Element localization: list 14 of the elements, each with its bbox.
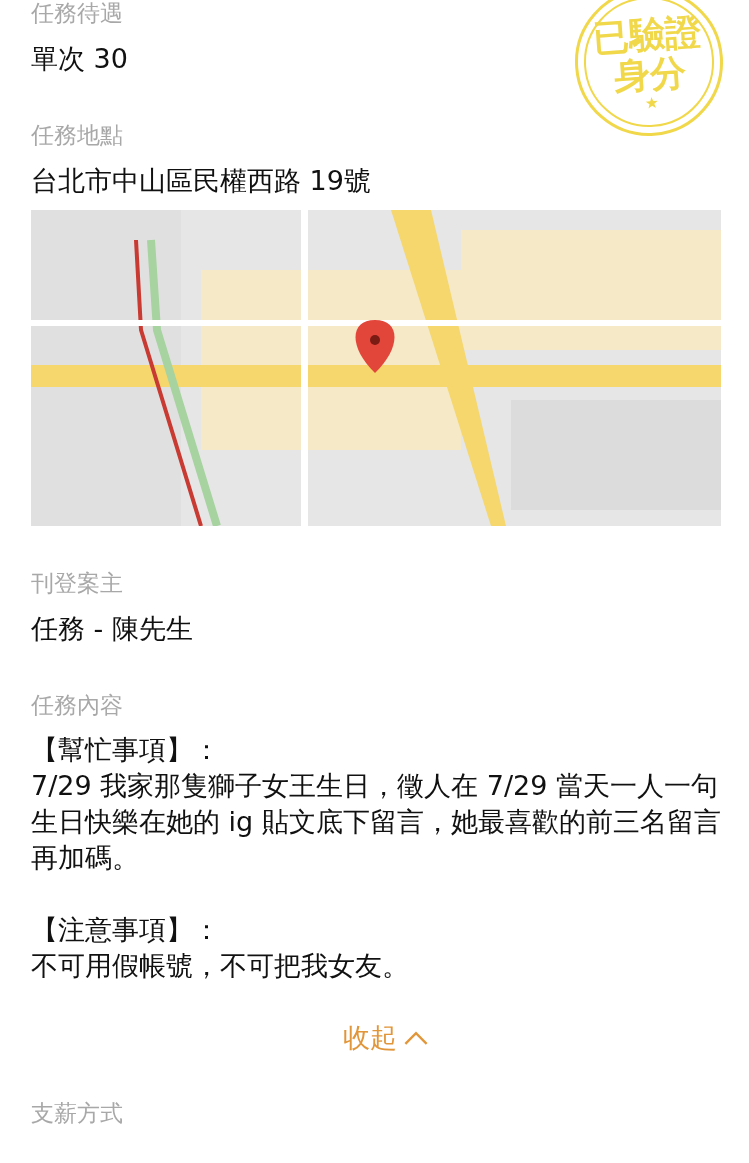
paragraph: 7/29 我家那隻獅子女王生日，徵人在 7/29 當天一人一句生日快樂在她的 ig 貼文底下留言，她最喜歡的前三名留言再加碼。 bbox=[31, 769, 721, 875]
address-text: 台北市中山區民權西路 19號 bbox=[31, 164, 371, 198]
field-label: 刊登案主 bbox=[31, 569, 123, 598]
field-label: 任務內容 bbox=[31, 691, 123, 720]
field-label: 支薪方式 bbox=[31, 1099, 123, 1128]
paragraph: 不可用假帳號，不可把我女友。 bbox=[31, 949, 410, 983]
collapse-button[interactable]: 收起 bbox=[323, 1020, 429, 1056]
field-label: 任務待遇 bbox=[31, 0, 123, 28]
field-value: 任務 - 陳先生 bbox=[31, 612, 193, 646]
section-heading: 【幫忙事項】： bbox=[31, 733, 220, 767]
chevron-up-icon bbox=[403, 1029, 429, 1047]
field-value: 單次 30 bbox=[31, 42, 128, 76]
field-label: 任務地點 bbox=[31, 121, 123, 150]
section-heading: 【注意事項】： bbox=[31, 913, 220, 947]
